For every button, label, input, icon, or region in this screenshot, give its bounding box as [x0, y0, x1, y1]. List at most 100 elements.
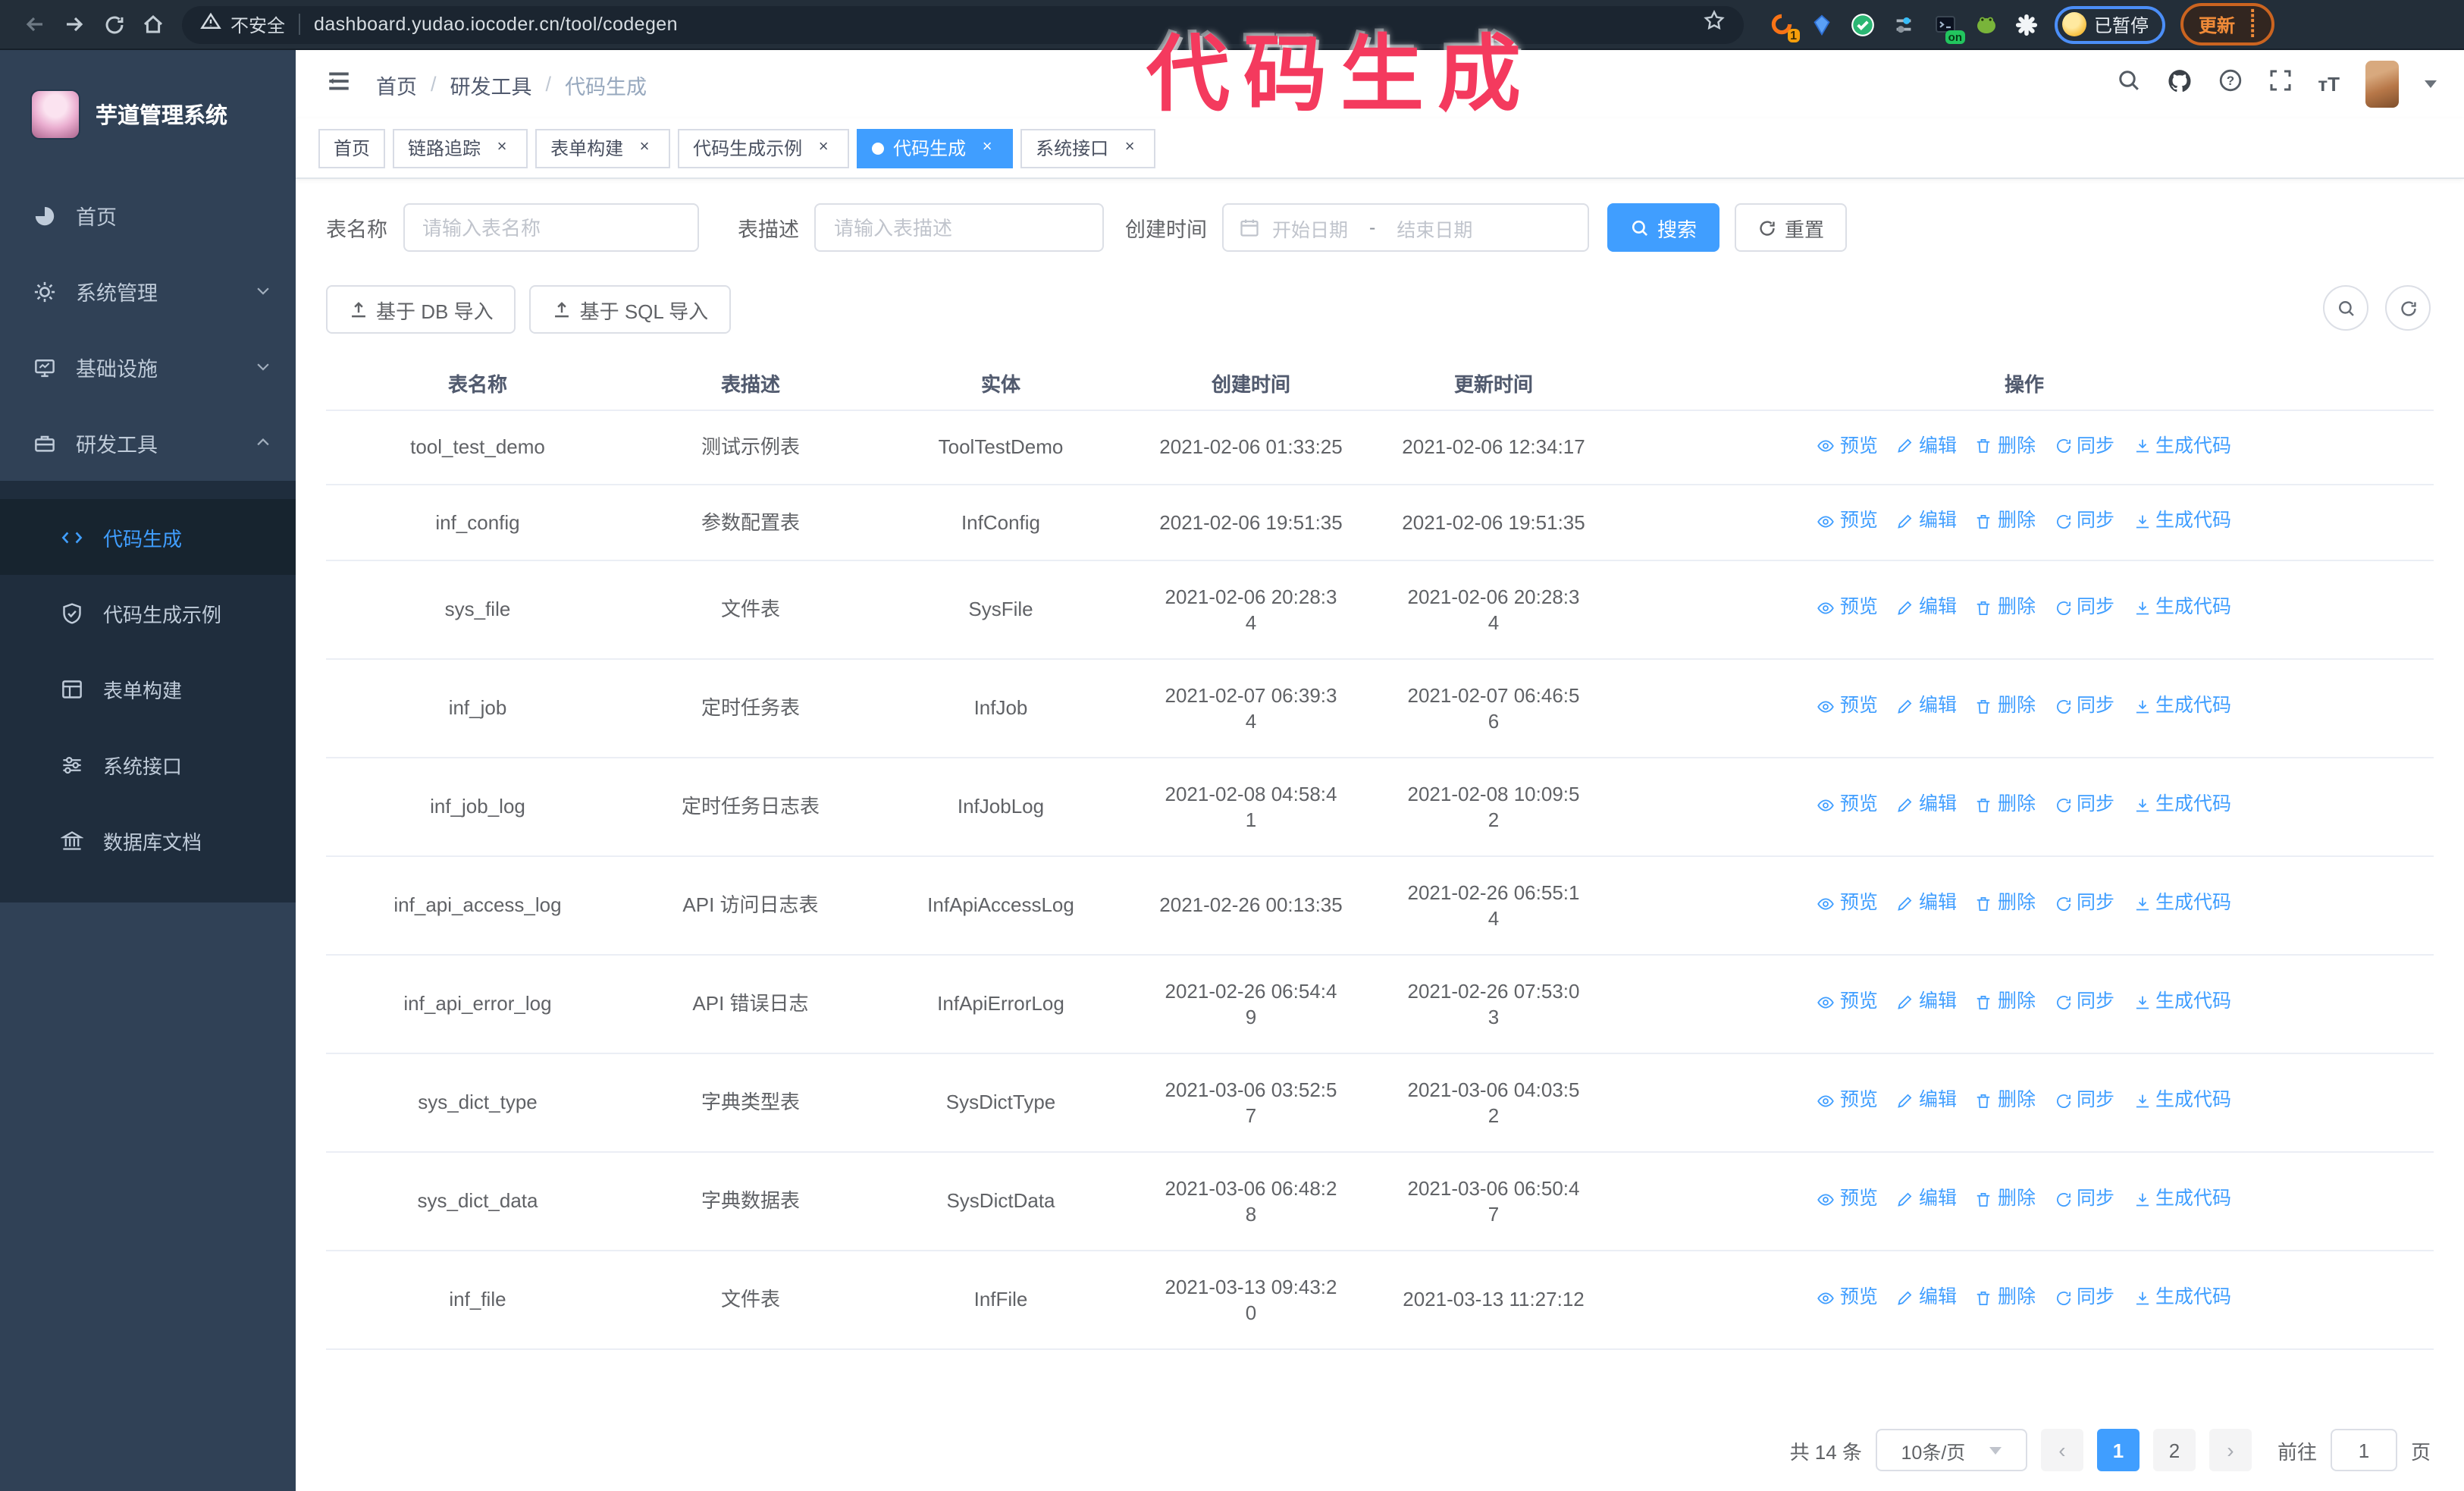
extension-green-check-icon[interactable]: [1850, 11, 1876, 37]
browser-forward-icon[interactable]: [55, 5, 94, 44]
toggle-search-button[interactable]: [2323, 285, 2368, 331]
action-delete[interactable]: 删除: [1975, 1285, 2036, 1311]
action-sync[interactable]: 同步: [2054, 595, 2114, 621]
breadcrumb-home[interactable]: 首页: [376, 69, 417, 99]
extension-puzzle-icon[interactable]: [2014, 11, 2039, 37]
bookmark-star-icon[interactable]: [1703, 9, 1726, 39]
security-label[interactable]: 不安全: [230, 11, 285, 37]
sidebar-item-codegen[interactable]: 代码生成: [0, 499, 296, 575]
action-generate[interactable]: 生成代码: [2133, 508, 2231, 534]
text-size-icon[interactable]: ᴛT: [2318, 73, 2340, 96]
action-edit[interactable]: 编辑: [1896, 595, 1957, 621]
action-edit[interactable]: 编辑: [1896, 433, 1957, 459]
user-avatar[interactable]: [2365, 61, 2399, 108]
next-page-button[interactable]: ›: [2209, 1429, 2252, 1471]
action-delete[interactable]: 删除: [1975, 595, 2036, 621]
action-generate[interactable]: 生成代码: [2133, 1088, 2231, 1114]
goto-page-input[interactable]: [2330, 1429, 2397, 1471]
extension-orange-icon[interactable]: 1: [1768, 11, 1800, 42]
action-sync[interactable]: 同步: [2054, 433, 2114, 459]
action-edit[interactable]: 编辑: [1896, 990, 1957, 1015]
action-preview[interactable]: 预览: [1817, 1088, 1878, 1114]
action-delete[interactable]: 删除: [1975, 891, 2036, 917]
action-edit[interactable]: 编辑: [1896, 694, 1957, 720]
action-delete[interactable]: 删除: [1975, 1187, 2036, 1213]
action-preview[interactable]: 预览: [1817, 990, 1878, 1015]
reset-button[interactable]: 重置: [1735, 203, 1848, 252]
action-preview[interactable]: 预览: [1817, 891, 1878, 917]
action-edit[interactable]: 编辑: [1896, 508, 1957, 534]
browser-menu-icon[interactable]: ⋮ ⋮: [2244, 8, 2261, 40]
action-delete[interactable]: 删除: [1975, 508, 2036, 534]
fullscreen-icon[interactable]: [2268, 68, 2292, 100]
github-icon[interactable]: [2166, 67, 2192, 101]
sidebar-item-db-doc[interactable]: 数据库文档: [0, 802, 296, 878]
action-generate[interactable]: 生成代码: [2133, 793, 2231, 818]
action-edit[interactable]: 编辑: [1896, 1285, 1957, 1311]
tab-tracing[interactable]: 链路追踪 ×: [393, 128, 528, 168]
action-edit[interactable]: 编辑: [1896, 891, 1957, 917]
sidebar-item-system[interactable]: 系统管理: [0, 253, 296, 329]
import-sql-button[interactable]: 基于 SQL 导入: [529, 285, 732, 334]
action-generate[interactable]: 生成代码: [2133, 694, 2231, 720]
url-text[interactable]: dashboard.yudao.iocoder.cn/tool/codegen: [314, 14, 678, 35]
action-generate[interactable]: 生成代码: [2133, 433, 2231, 459]
tab-codegen-example[interactable]: 代码生成示例 ×: [678, 128, 850, 168]
action-generate[interactable]: 生成代码: [2133, 1285, 2231, 1311]
browser-update-button[interactable]: 更新 ⋮ ⋮: [2180, 3, 2275, 46]
action-preview[interactable]: 预览: [1817, 1285, 1878, 1311]
breadcrumb-devtools[interactable]: 研发工具: [450, 69, 532, 99]
date-range-input[interactable]: 开始日期 - 结束日期: [1222, 203, 1589, 252]
extension-terminal-icon[interactable]: on: [1932, 11, 1965, 43]
sidebar-item-form-builder[interactable]: 表单构建: [0, 651, 296, 727]
tab-close-icon[interactable]: ×: [813, 137, 834, 159]
action-delete[interactable]: 删除: [1975, 1088, 2036, 1114]
search-button[interactable]: 搜索: [1607, 203, 1720, 252]
action-preview[interactable]: 预览: [1817, 1187, 1878, 1213]
tab-form-builder[interactable]: 表单构建 ×: [535, 128, 671, 168]
action-sync[interactable]: 同步: [2054, 1088, 2114, 1114]
avatar-caret-down-icon[interactable]: [2425, 80, 2437, 88]
sidebar-item-devtools[interactable]: 研发工具: [0, 405, 296, 481]
page-button-2[interactable]: 2: [2152, 1429, 2196, 1471]
action-preview[interactable]: 预览: [1817, 694, 1878, 720]
action-delete[interactable]: 删除: [1975, 433, 2036, 459]
page-size-select[interactable]: 10条/页: [1875, 1429, 2027, 1471]
sidebar-logo-row[interactable]: 芋道管理系统: [0, 50, 296, 177]
tab-close-icon[interactable]: ×: [1119, 137, 1140, 159]
action-preview[interactable]: 预览: [1817, 508, 1878, 534]
action-edit[interactable]: 编辑: [1896, 1187, 1957, 1213]
tab-close-icon[interactable]: ×: [977, 137, 998, 159]
action-sync[interactable]: 同步: [2054, 694, 2114, 720]
action-preview[interactable]: 预览: [1817, 433, 1878, 459]
action-sync[interactable]: 同步: [2054, 1285, 2114, 1311]
table-desc-input[interactable]: [814, 203, 1104, 252]
action-edit[interactable]: 编辑: [1896, 793, 1957, 818]
browser-reload-icon[interactable]: [94, 5, 133, 44]
action-delete[interactable]: 删除: [1975, 793, 2036, 818]
help-icon[interactable]: ?: [2218, 68, 2242, 100]
action-edit[interactable]: 编辑: [1896, 1088, 1957, 1114]
search-icon[interactable]: [2116, 68, 2140, 100]
action-generate[interactable]: 生成代码: [2133, 990, 2231, 1015]
browser-home-icon[interactable]: [133, 5, 173, 44]
tab-close-icon[interactable]: ×: [634, 137, 655, 159]
sidebar-item-home[interactable]: 首页: [0, 177, 296, 253]
tab-home[interactable]: 首页: [318, 128, 386, 168]
action-preview[interactable]: 预览: [1817, 793, 1878, 818]
sidebar-item-codegen-example[interactable]: 代码生成示例: [0, 575, 296, 651]
collapse-menu-icon[interactable]: [326, 67, 352, 101]
action-sync[interactable]: 同步: [2054, 508, 2114, 534]
browser-back-icon[interactable]: [15, 5, 55, 44]
action-delete[interactable]: 删除: [1975, 990, 2036, 1015]
action-generate[interactable]: 生成代码: [2133, 1187, 2231, 1213]
refresh-table-button[interactable]: [2385, 285, 2431, 331]
page-button-1[interactable]: 1: [2096, 1429, 2140, 1471]
action-sync[interactable]: 同步: [2054, 1187, 2114, 1213]
action-generate[interactable]: 生成代码: [2133, 595, 2231, 621]
tab-system-api[interactable]: 系统接口 ×: [1020, 128, 1156, 168]
action-sync[interactable]: 同步: [2054, 891, 2114, 917]
action-delete[interactable]: 删除: [1975, 694, 2036, 720]
action-sync[interactable]: 同步: [2054, 990, 2114, 1015]
action-preview[interactable]: 预览: [1817, 595, 1878, 621]
